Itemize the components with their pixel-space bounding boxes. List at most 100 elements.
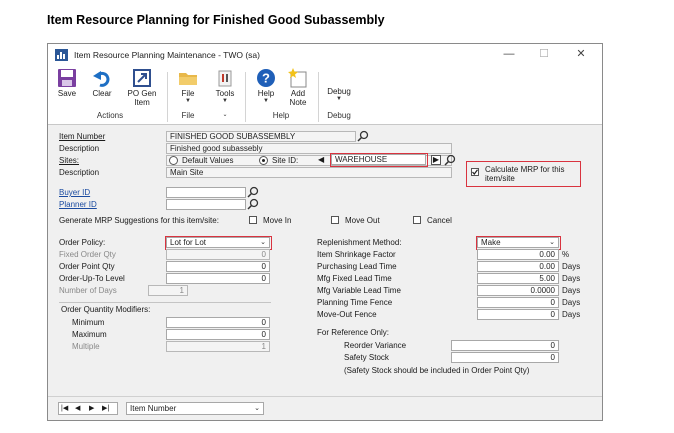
order-point-qty-field[interactable]: 0 <box>166 261 270 272</box>
next-site-icon[interactable]: ▶ <box>431 155 441 165</box>
move-in-checkbox[interactable] <box>249 216 257 224</box>
move-out-label: Move Out <box>345 216 380 225</box>
move-out-fence-label: Move-Out Fence <box>317 310 377 319</box>
save-icon <box>58 69 76 87</box>
planner-id-field[interactable] <box>166 199 246 210</box>
po-gen-item-button[interactable]: PO Gen Item <box>122 68 162 107</box>
folder-icon <box>179 73 197 85</box>
previous-site-icon[interactable]: ◀ <box>318 155 324 164</box>
ribbon-separator <box>167 72 168 122</box>
cancel-label: Cancel <box>427 216 452 225</box>
item-number-label[interactable]: Item Number <box>59 132 105 141</box>
svg-text:?: ? <box>262 71 270 86</box>
safety-stock-field[interactable]: 0 <box>451 352 559 363</box>
next-record-button[interactable]: ▶ <box>89 403 94 414</box>
maximum-field[interactable]: 0 <box>166 329 270 340</box>
minimize-button[interactable]: — <box>496 46 522 63</box>
buyer-id-field[interactable] <box>166 187 246 198</box>
fixed-order-qty-label: Fixed Order Qty <box>59 250 116 259</box>
site-id-radio[interactable] <box>259 156 268 165</box>
ribbon-separator <box>245 72 246 122</box>
planning-time-fence-unit: Days <box>562 298 581 307</box>
save-button[interactable]: Save <box>55 68 79 98</box>
move-out-fence-field[interactable]: 0 <box>477 309 559 320</box>
po-gen-icon <box>133 69 151 87</box>
previous-record-button[interactable]: ◀ <box>75 403 80 414</box>
lookup-icon[interactable] <box>247 198 259 210</box>
add-note-button[interactable]: Add Note <box>284 68 312 107</box>
clear-button[interactable]: Clear <box>88 68 116 98</box>
chevron-down-icon: ▼ <box>336 96 342 102</box>
mfg-variable-lead-time-label: Mfg Variable Lead Time <box>317 286 401 295</box>
browse-bar: |◀ ◀ ▶ ▶| Item Number ⌄ <box>48 396 602 420</box>
form-area: Item Number FINISHED GOOD SUBASSEMBLY De… <box>48 126 602 396</box>
record-navigation: |◀ ◀ ▶ ▶| <box>58 402 118 415</box>
shrinkage-field[interactable]: 0.00 <box>477 249 559 260</box>
lookup-icon[interactable] <box>247 186 259 198</box>
maintenance-window: Item Resource Planning Maintenance - TWO… <box>47 43 603 421</box>
save-label: Save <box>57 89 77 98</box>
tools-menu-button[interactable]: Tools ▼ <box>211 68 239 104</box>
minimum-label: Minimum <box>72 318 105 327</box>
group-expander-icon[interactable]: ⌄ <box>218 111 232 118</box>
app-icon <box>55 49 68 61</box>
order-policy-highlight <box>165 236 272 250</box>
purchasing-lead-time-unit: Days <box>562 262 581 271</box>
lookup-icon[interactable] <box>444 154 456 166</box>
ribbon-toolbar: Save Clear PO Gen Item File ▼ Tools ▼ ? … <box>48 66 602 125</box>
page-heading: Item Resource Planning for Finished Good… <box>47 13 385 27</box>
move-out-fence-unit: Days <box>562 310 581 319</box>
close-button[interactable]: ✕ <box>568 46 594 63</box>
mfg-fixed-lead-time-field[interactable]: 5.00 <box>477 273 559 284</box>
lookup-icon[interactable] <box>357 130 369 142</box>
fixed-order-qty-field: 0 <box>166 249 270 260</box>
shrinkage-unit: % <box>562 250 570 259</box>
reorder-variance-field[interactable]: 0 <box>451 340 559 351</box>
help-label: Help <box>257 89 275 98</box>
reorder-variance-label: Reorder Variance <box>344 341 407 350</box>
sites-label: Sites: <box>59 156 80 165</box>
first-record-button[interactable]: |◀ <box>61 403 68 414</box>
sort-by-value: Item Number <box>130 404 177 413</box>
buyer-id-label[interactable]: Buyer ID <box>59 188 90 197</box>
order-policy-label: Order Policy: <box>59 238 106 247</box>
purchasing-lead-time-field[interactable]: 0.00 <box>477 261 559 272</box>
generate-mrp-label: Generate MRP Suggestions for this item/s… <box>59 216 219 225</box>
cancel-checkbox[interactable] <box>413 216 421 224</box>
sort-by-select[interactable]: Item Number ⌄ <box>126 402 264 415</box>
item-number-field[interactable]: FINISHED GOOD SUBASSEMBLY <box>166 131 356 142</box>
description-label: Description <box>59 144 100 153</box>
planner-id-label[interactable]: Planner ID <box>59 200 97 209</box>
group-label-file: File <box>181 111 195 120</box>
calc-mrp-checkbox[interactable] <box>471 168 479 176</box>
shrinkage-label: Item Shrinkage Factor <box>317 250 396 259</box>
chevron-down-icon: ▼ <box>222 98 228 104</box>
site-id-label: Site ID: <box>272 156 299 165</box>
mfg-fixed-lead-time-label: Mfg Fixed Lead Time <box>317 274 392 283</box>
move-out-checkbox[interactable] <box>331 216 339 224</box>
safety-stock-note: (Safety Stock should be included in Orde… <box>344 366 530 375</box>
order-up-to-level-label: Order-Up-To Level <box>59 274 125 283</box>
multiple-label: Multiple <box>72 342 100 351</box>
order-point-qty-label: Order Point Qty <box>59 262 115 271</box>
group-label-help: Help <box>272 111 290 120</box>
multiple-field: 1 <box>166 341 270 352</box>
minimum-field[interactable]: 0 <box>166 317 270 328</box>
replenishment-method-label: Replenishment Method: <box>317 238 402 247</box>
file-menu-button[interactable]: File ▼ <box>174 68 202 104</box>
mfg-variable-lead-time-field[interactable]: 0.0000 <box>477 285 559 296</box>
site-highlight <box>330 153 428 167</box>
add-note-label: Add Note <box>289 89 307 107</box>
clear-label: Clear <box>92 89 112 98</box>
planning-time-fence-field[interactable]: 0 <box>477 297 559 308</box>
maximize-button[interactable]: ☐ <box>531 46 557 63</box>
site-description-label: Description <box>59 168 100 177</box>
order-up-to-level-field[interactable]: 0 <box>166 273 270 284</box>
help-menu-button[interactable]: ? Help ▼ <box>252 68 280 104</box>
default-values-radio[interactable] <box>169 156 178 165</box>
maximum-label: Maximum <box>72 330 107 339</box>
debug-menu-button[interactable]: Debug ▼ <box>324 86 354 102</box>
po-gen-label: PO Gen Item <box>127 89 157 107</box>
last-record-button[interactable]: ▶| <box>102 403 109 414</box>
mfg-variable-lead-time-unit: Days <box>562 286 581 295</box>
